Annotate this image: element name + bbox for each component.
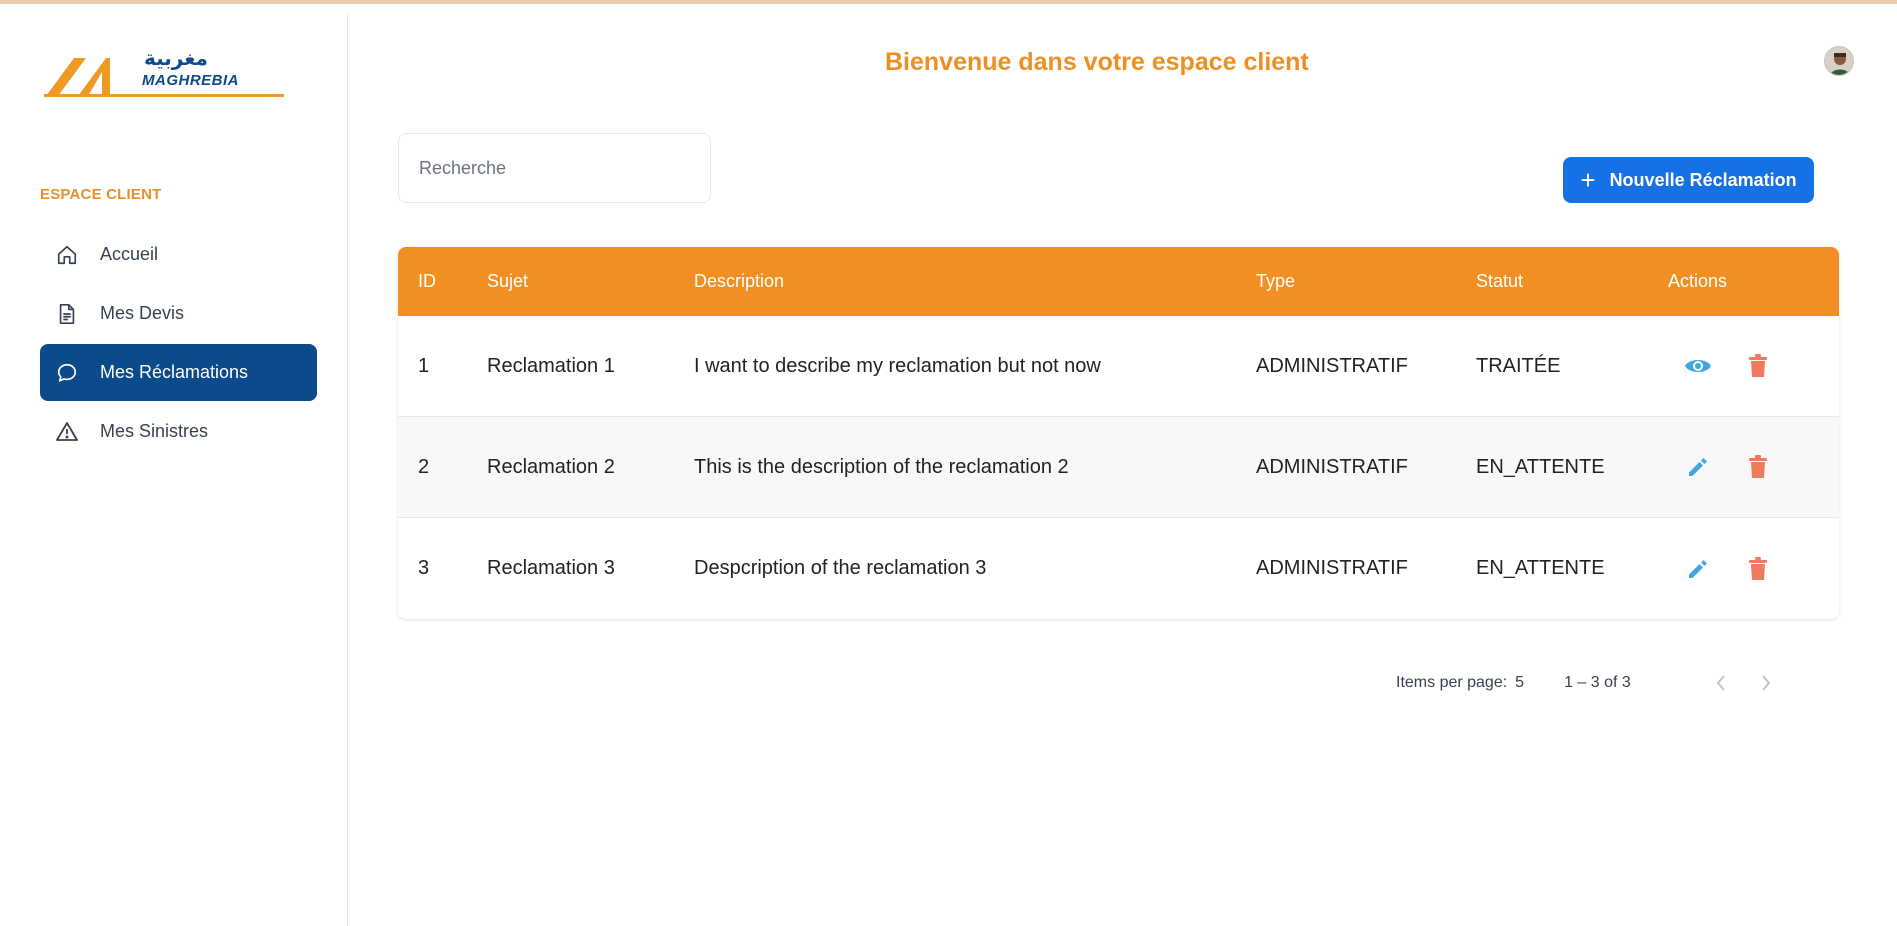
top-border (0, 0, 1897, 4)
sidebar-item-sinistres[interactable]: Mes Sinistres (40, 403, 317, 460)
page-title: Bienvenue dans votre espace client (885, 48, 1309, 76)
cell-type: ADMINISTRATIF (1256, 354, 1408, 377)
header-description[interactable]: Description (694, 271, 784, 292)
page-range-label: 1 – 3 of 3 (1564, 674, 1631, 691)
cell-statut: TRAITÉE (1476, 354, 1561, 377)
paginator: Items per page: 5 1 – 3 of 3 (1396, 668, 1781, 698)
row-actions (1683, 452, 1773, 482)
sidebar-item-label: Accueil (100, 244, 159, 264)
cell-description: Despcription of the reclamation 3 (694, 557, 987, 579)
logo-text: MAGHREBIA (142, 72, 239, 89)
new-reclamation-button[interactable]: + Nouvelle Réclamation (1563, 157, 1814, 203)
document-icon (54, 301, 80, 327)
header-type[interactable]: Type (1256, 271, 1295, 292)
avatar[interactable] (1824, 46, 1854, 76)
cell-statut: EN_ATTENTE (1476, 455, 1605, 478)
cell-id: 1 (418, 354, 430, 377)
cell-description: This is the description of the reclamati… (694, 455, 1069, 478)
table-row: 3 Reclamation 3 Despcription of the recl… (398, 518, 1839, 619)
cell-sujet: Reclamation 3 (487, 557, 615, 579)
table-row: 1 Reclamation 1 I want to describe my re… (398, 316, 1839, 417)
sidebar-item-label: Mes Sinistres (100, 421, 209, 441)
new-reclamation-label: Nouvelle Réclamation (1609, 169, 1797, 190)
sidebar-item-accueil[interactable]: Accueil (40, 226, 317, 283)
maghrebia-logo[interactable]: مغربية MAGHREBIA (44, 46, 284, 110)
items-per-page-select[interactable]: 5 (1515, 674, 1524, 692)
previous-page-button[interactable] (1706, 668, 1736, 698)
delete-icon[interactable] (1743, 351, 1773, 381)
section-label: ESPACE CLIENT (40, 186, 162, 203)
logo-arabic-text: مغربية (144, 46, 208, 70)
chevron-left-icon (1716, 675, 1725, 691)
chevron-right-icon (1762, 675, 1771, 691)
cell-type: ADMINISTRATIF (1256, 557, 1408, 579)
cell-type: ADMINISTRATIF (1256, 455, 1408, 478)
pencil-icon[interactable] (1683, 554, 1713, 584)
sidebar-item-label: Mes Devis (100, 303, 185, 323)
cell-id: 3 (418, 557, 430, 579)
header-id[interactable]: ID (418, 271, 436, 292)
table-row: 2 Reclamation 2 This is the description … (398, 417, 1839, 518)
chat-bubble-icon (54, 360, 80, 386)
home-icon (54, 242, 80, 268)
sidebar-item-label: Mes Réclamations (100, 362, 249, 382)
sidebar-item-reclamations[interactable]: Mes Réclamations (40, 344, 317, 401)
pencil-icon[interactable] (1683, 452, 1713, 482)
items-per-page-label: Items per page: (1396, 674, 1508, 691)
plus-icon: + (1580, 165, 1596, 195)
row-actions (1683, 554, 1773, 584)
delete-icon[interactable] (1743, 452, 1773, 482)
search-input[interactable] (398, 133, 711, 203)
reclamations-table: ID Sujet Description Type Statut Actions… (398, 247, 1839, 619)
eye-icon[interactable] (1683, 351, 1713, 381)
cell-id: 2 (418, 455, 430, 478)
warning-icon (54, 419, 80, 445)
cell-statut: EN_ATTENTE (1476, 557, 1605, 579)
sidebar-item-devis[interactable]: Mes Devis (40, 285, 317, 342)
sidebar: مغربية MAGHREBIA ESPACE CLIENT Accueil M… (0, 14, 348, 926)
cell-sujet: Reclamation 1 (487, 354, 615, 377)
header-actions: Actions (1668, 271, 1728, 291)
cell-sujet: Reclamation 2 (487, 455, 615, 478)
delete-icon[interactable] (1743, 554, 1773, 584)
sidebar-nav: Accueil Mes Devis Mes Réclamations Mes S… (40, 226, 317, 462)
next-page-button[interactable] (1751, 668, 1781, 698)
cell-description: I want to describe my reclamation but no… (694, 354, 1101, 377)
header-statut[interactable]: Statut (1476, 271, 1523, 292)
table-header: ID Sujet Description Type Statut Actions (398, 247, 1839, 316)
header-sujet[interactable]: Sujet (487, 271, 528, 292)
row-actions (1683, 351, 1773, 381)
